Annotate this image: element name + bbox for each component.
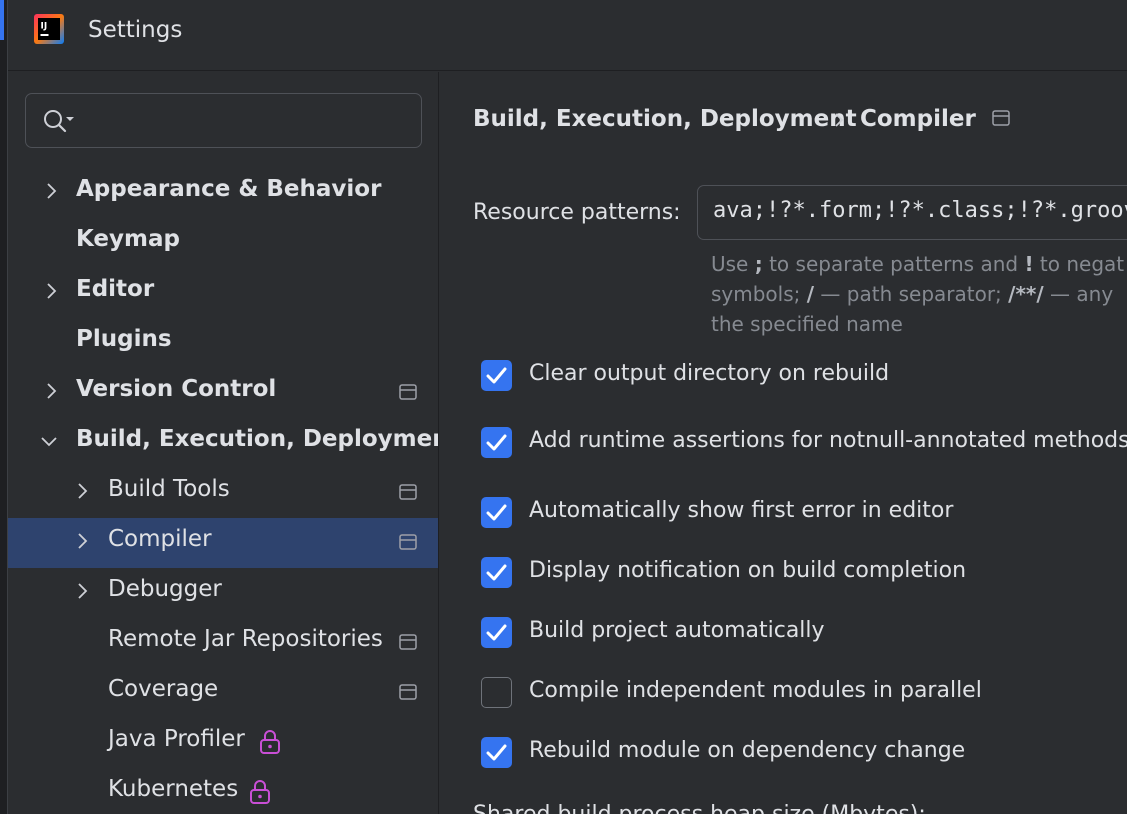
sidebar-item-label: Kubernetes [108,776,239,802]
project-settings-icon [399,384,417,400]
breadcrumb-parent[interactable]: Build, Execution, Deployment [473,106,857,132]
chevron-right-icon[interactable] [41,381,61,401]
checkbox-label: Add runtime assertions for notnull-annot… [529,428,1127,453]
sidebar-item-label: Plugins [76,326,172,352]
breadcrumb-current: Compiler [860,106,976,132]
checkbox[interactable] [481,617,512,648]
left-tool-strip [0,0,8,814]
checkbox-label: Clear output directory on rebuild [529,361,890,386]
project-settings-icon [992,110,1010,126]
sidebar-item-label: Keymap [76,226,180,252]
checkbox-label: Build project automatically [529,618,825,643]
checkbox[interactable] [481,557,512,588]
resource-patterns-value: ava;!?*.form;!?*.class;!?*.groovy;!?*.sc… [713,198,1127,223]
sidebar-item-java-profiler[interactable]: Java Profiler [8,718,438,768]
sidebar-item-label: Debugger [108,576,222,602]
compile-in-parallel-option[interactable]: Compile independent modules in parallel [481,675,1127,711]
project-settings-icon [399,634,417,650]
checkmark-icon [486,367,507,384]
checkbox[interactable] [481,677,512,708]
sidebar-item-label: Compiler [108,526,212,552]
search-icon [44,110,74,133]
sidebar-item-label: Build Tools [108,476,230,502]
resource-patterns-hint-line: symbols; / — path separator; /**/ — any [711,282,1114,306]
lock-icon [260,730,280,754]
project-settings-icon [399,534,417,550]
sidebar-item-compiler[interactable]: Compiler [8,518,438,568]
sidebar-item-appearance-behavior[interactable]: Appearance & Behavior [8,168,438,218]
resource-patterns-input[interactable]: ava;!?*.form;!?*.class;!?*.groovy;!?*.sc… [697,185,1127,240]
sidebar-item-build-execution-deployment[interactable]: Build, Execution, Deployment [8,418,460,468]
build-notification-option[interactable]: Display notification on build completion [481,555,1127,591]
chevron-right-icon[interactable] [72,581,92,601]
settings-sidebar: Appearance & Behavior Keymap Editor Plug… [8,72,460,814]
resource-patterns-label: Resource patterns: [473,200,681,225]
sidebar-item-label: Remote Jar Repositories [108,626,383,652]
sidebar-item-build-tools[interactable]: Build Tools [8,468,438,518]
sidebar-item-label: Java Profiler [108,726,245,752]
lock-icon [250,780,270,804]
sidebar-item-version-control[interactable]: Version Control [8,368,438,418]
chevron-right-icon [835,113,844,127]
clear-output-directory-option[interactable]: Clear output directory on rebuild [481,358,1127,394]
build-automatically-option[interactable]: Build project automatically [481,615,1127,651]
checkbox-label: Automatically show first error in editor [529,498,954,523]
runtime-assertions-option[interactable]: Add runtime assertions for notnull-annot… [481,425,1127,461]
project-settings-icon [399,484,417,500]
sidebar-item-label: Editor [76,276,155,302]
checkmark-icon [486,564,507,581]
checkbox[interactable] [481,737,512,768]
sidebar-item-label: Coverage [108,676,219,702]
checkmark-icon [486,504,507,521]
chevron-right-icon[interactable] [41,281,61,301]
sidebar-item-keymap[interactable]: Keymap [8,218,438,268]
heap-size-label: Shared build process heap size (Mbytes): [473,802,926,814]
sidebar-item-plugins[interactable]: Plugins [8,318,438,368]
sidebar-item-debugger[interactable]: Debugger [8,568,438,618]
settings-search-input[interactable] [25,93,422,148]
title-bar: IJ Settings [8,0,1127,71]
sidebar-item-label: Version Control [76,376,277,402]
checkbox[interactable] [481,427,512,458]
sidebar-item-coverage[interactable]: Coverage [8,668,438,718]
chevron-right-icon[interactable] [41,181,61,201]
checkbox-label: Display notification on build completion [529,558,967,583]
sidebar-item-kubernetes[interactable]: Kubernetes [8,768,438,814]
resource-patterns-hint-line: Use ; to separate patterns and ! to nega… [711,252,1125,276]
window-title: Settings [88,17,183,43]
rebuild-on-dependency-change-option[interactable]: Rebuild module on dependency change [481,735,1127,771]
show-first-error-option[interactable]: Automatically show first error in editor [481,495,1127,531]
checkbox-label: Compile independent modules in parallel [529,678,982,703]
settings-content: Build, Execution, Deployment Compiler Re… [438,72,1127,814]
checkbox[interactable] [481,360,512,391]
chevron-right-icon[interactable] [72,481,92,501]
tool-strip-selection [0,0,4,40]
checkmark-icon [486,624,507,641]
project-settings-icon [399,684,417,700]
chevron-right-icon[interactable] [72,531,92,551]
sidebar-item-label: Build, Execution, Deployment [76,426,460,452]
checkmark-icon [486,434,507,451]
checkbox[interactable] [481,497,512,528]
sidebar-item-editor[interactable]: Editor [8,268,438,318]
sidebar-item-label: Appearance & Behavior [76,176,382,202]
checkmark-icon [486,744,507,761]
resource-patterns-hint-line: the specified name [711,312,903,336]
svg-text:IJ: IJ [41,22,48,32]
intellij-idea-icon: IJ [34,14,64,44]
checkbox-label: Rebuild module on dependency change [529,738,966,763]
sidebar-item-remote-jar-repositories[interactable]: Remote Jar Repositories [8,618,438,668]
chevron-down-icon[interactable] [39,431,59,451]
